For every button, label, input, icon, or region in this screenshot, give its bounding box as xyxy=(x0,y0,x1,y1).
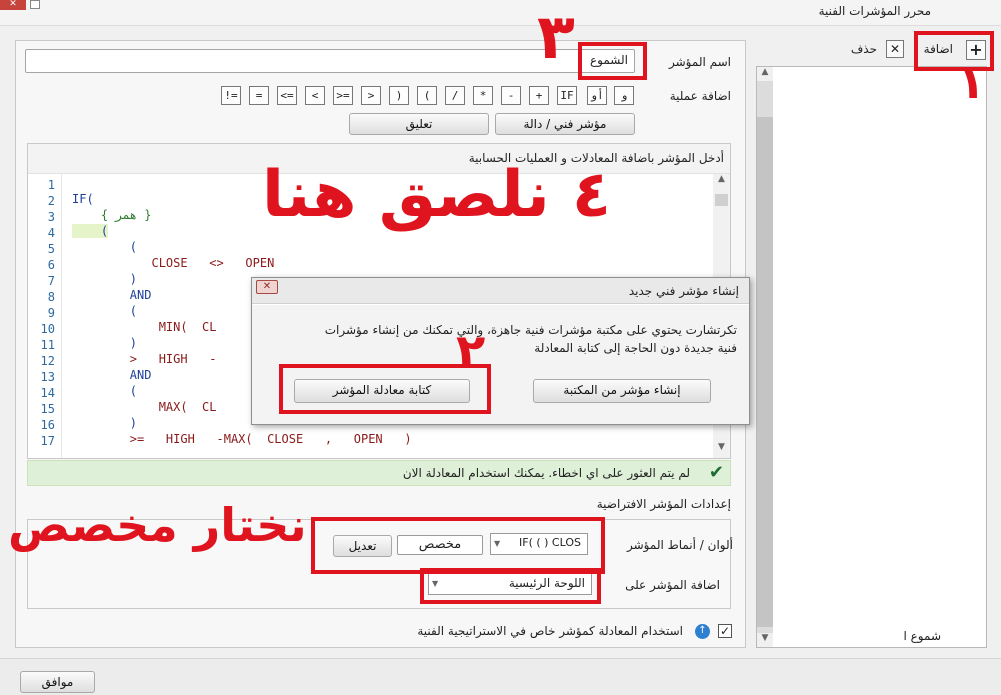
code-line: ) xyxy=(72,416,138,430)
annotation-box-colors xyxy=(311,517,605,574)
scroll-up-icon[interactable]: ▲ xyxy=(757,67,773,81)
name-label: اسم المؤشر xyxy=(669,55,731,69)
comment-button[interactable]: تعليق xyxy=(349,113,489,135)
code-line: ) xyxy=(72,336,138,350)
window-title: محرر المؤشرات الفنية xyxy=(818,4,931,18)
scroll-thumb[interactable] xyxy=(757,117,773,627)
line-number: 15 xyxy=(40,402,55,416)
status-bar: ✔ لم يتم العثور على اي اخطاء. يمكنك استخ… xyxy=(27,460,731,486)
op-open-paren-button[interactable]: ( xyxy=(417,86,437,105)
op-or-button[interactable]: أو xyxy=(587,86,607,105)
code-line: ( xyxy=(72,224,109,238)
annotation-step2: ٢ xyxy=(456,324,486,380)
code-line: ( xyxy=(72,304,138,318)
code-line: AND xyxy=(72,368,152,382)
line-number: 14 xyxy=(40,386,55,400)
footer-bar: موافق xyxy=(0,658,1001,695)
use-custom-checkbox[interactable]: ✓ xyxy=(718,624,732,638)
delete-icon[interactable]: ✕ xyxy=(886,40,904,58)
code-line: CLOSE <> OPEN xyxy=(72,256,275,270)
op-greater-button[interactable]: > xyxy=(361,86,381,105)
create-from-library-button[interactable]: إنشاء مؤشر من المكتبة xyxy=(533,379,711,403)
indicator-list[interactable]: شموع ا xyxy=(756,66,987,648)
code-line: AND xyxy=(72,288,152,302)
annotation-box-name xyxy=(578,42,647,80)
check-icon: ✔ xyxy=(708,462,724,483)
dialog-close-icon[interactable]: ✕ xyxy=(256,280,278,294)
ok-button[interactable]: موافق xyxy=(20,671,95,693)
ops-label: اضافة عملية xyxy=(669,89,731,103)
op-less-button[interactable]: < xyxy=(305,86,325,105)
line-number: 16 xyxy=(40,418,55,432)
line-number: 9 xyxy=(47,306,55,320)
line-number: 12 xyxy=(40,354,55,368)
status-message: لم يتم العثور على اي اخطاء. يمكنك استخدا… xyxy=(402,466,690,480)
line-number: 3 xyxy=(47,210,55,224)
use-custom-label: استخدام المعادلة كمؤشر خاص في الاستراتيج… xyxy=(417,624,683,638)
annotation-step1: ١ xyxy=(958,58,985,109)
code-line: ) xyxy=(72,272,138,286)
line-number: 13 xyxy=(40,370,55,384)
code-line: MAX( CL xyxy=(72,400,217,414)
line-number: 17 xyxy=(40,434,55,448)
line-number-gutter: 1 2 3 4 5 6 7 8 9 10 11 12 13 14 15 16 1… xyxy=(28,174,62,458)
list-item[interactable]: شموع ا xyxy=(904,629,942,643)
op-if-button[interactable]: IF xyxy=(557,86,577,105)
info-icon[interactable]: ↑ xyxy=(695,624,710,639)
code-line: ( xyxy=(72,240,138,254)
line-number: 8 xyxy=(47,290,55,304)
dialog-text-line1: تكرتشارت يحتوي على مكتبة مؤشرات فنية جاه… xyxy=(324,323,737,337)
annotation-step3: ٣ xyxy=(537,0,575,73)
op-minus-button[interactable]: - xyxy=(501,86,521,105)
indicator-function-button[interactable]: مؤشر فني / دالة xyxy=(495,113,635,135)
window-close-icon[interactable]: ✕ xyxy=(0,0,26,10)
op-close-paren-button[interactable]: ) xyxy=(389,86,409,105)
line-number: 5 xyxy=(47,242,55,256)
code-line: IF( xyxy=(72,192,94,206)
code-line: > HIGH - xyxy=(72,352,217,366)
window-maximize-icon[interactable] xyxy=(30,0,40,9)
dialog-title: إنشاء مؤشر فني جديد xyxy=(628,284,739,298)
scroll-up-icon[interactable]: ▲ xyxy=(713,174,730,188)
code-line: >= HIGH -MAX( CLOSE , OPEN ) xyxy=(72,432,412,446)
annotation-choose-custom: نختار مخصص xyxy=(8,498,307,552)
op-not-equal-button[interactable]: != xyxy=(221,86,241,105)
line-number: 4 xyxy=(47,226,55,240)
add-on-label: اضافة المؤشر على xyxy=(625,578,720,592)
dialog-text-line2: فنية جديدة دون الحاجة إلى كتابة المعادلة xyxy=(534,341,737,355)
op-and-button[interactable]: و xyxy=(614,86,634,105)
colors-label: ألوان / أنماط المؤشر xyxy=(627,538,733,552)
code-line: MIN( CL xyxy=(72,320,217,334)
code-line: { همر } xyxy=(72,208,152,222)
line-number: 11 xyxy=(40,338,55,352)
line-number: 2 xyxy=(47,194,55,208)
op-multiply-button[interactable]: * xyxy=(473,86,493,105)
dialog-title-bar: ✕ إنشاء مؤشر فني جديد xyxy=(252,278,749,304)
line-number: 6 xyxy=(47,258,55,272)
op-plus-button[interactable]: + xyxy=(529,86,549,105)
line-number: 10 xyxy=(40,322,55,336)
scroll-down-icon[interactable]: ▼ xyxy=(713,442,730,456)
title-bar: ✕ محرر المؤشرات الفنية xyxy=(0,0,1001,26)
scroll-down-icon[interactable]: ▼ xyxy=(757,633,773,647)
annotation-box-add-on xyxy=(420,568,601,604)
code-line: ( xyxy=(72,384,138,398)
op-greater-equal-button[interactable]: >= xyxy=(333,86,353,105)
defaults-section-label: إعدادات المؤشر الافتراضية xyxy=(596,497,731,511)
op-equal-button[interactable]: = xyxy=(249,86,269,105)
op-divide-button[interactable]: / xyxy=(445,86,465,105)
line-number: 1 xyxy=(47,178,55,192)
list-scrollbar[interactable]: ▲ ▼ xyxy=(757,67,773,647)
delete-label[interactable]: حذف xyxy=(851,42,877,56)
scroll-thumb[interactable] xyxy=(715,194,728,206)
op-less-equal-button[interactable]: <= xyxy=(277,86,297,105)
line-number: 7 xyxy=(47,274,55,288)
annotation-step4: ٤ نلصق هنا xyxy=(262,158,612,232)
